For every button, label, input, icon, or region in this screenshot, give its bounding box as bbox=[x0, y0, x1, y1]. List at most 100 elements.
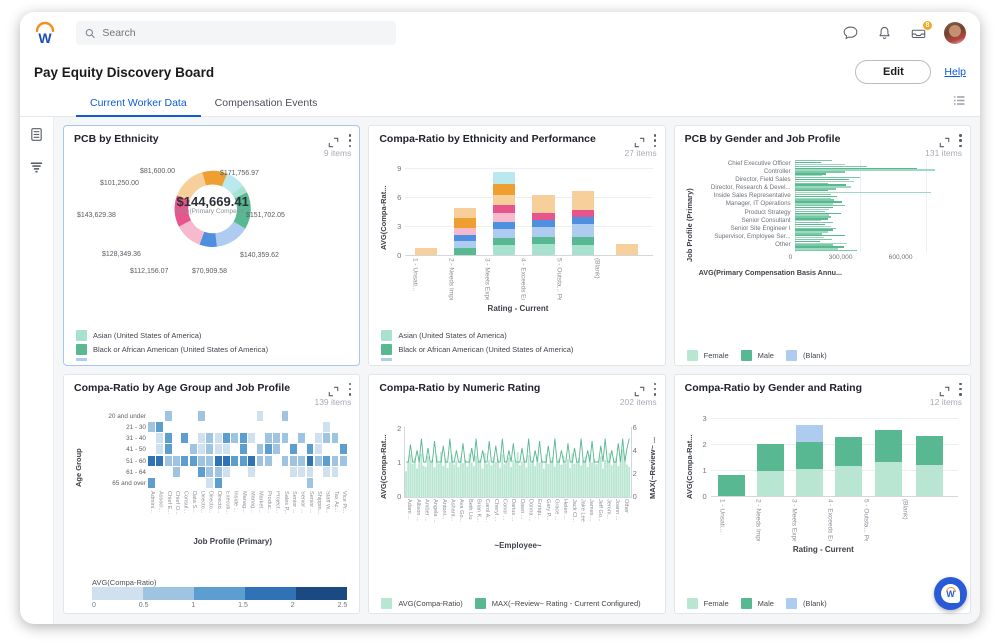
search-input[interactable] bbox=[102, 27, 387, 39]
search-box[interactable] bbox=[76, 21, 396, 45]
bar-column[interactable] bbox=[427, 456, 429, 497]
bar-column[interactable] bbox=[500, 467, 502, 496]
heatmap-cell[interactable] bbox=[273, 444, 280, 454]
bar-column[interactable] bbox=[462, 463, 464, 497]
card-pcb-by-gender-job-profile[interactable]: PCB by Gender and Job Profile 131 items bbox=[674, 125, 971, 366]
bar-column[interactable] bbox=[605, 459, 607, 496]
bar-column[interactable] bbox=[465, 459, 467, 497]
heatmap-cell[interactable] bbox=[323, 467, 330, 477]
heatmap-cell[interactable] bbox=[215, 478, 222, 488]
bar-column[interactable] bbox=[456, 460, 458, 496]
bar-column[interactable] bbox=[414, 457, 416, 496]
workday-logo[interactable]: W bbox=[32, 20, 58, 46]
inbox-icon[interactable]: 8 bbox=[910, 25, 927, 42]
heatmap-cell[interactable] bbox=[298, 456, 305, 466]
heatmap-cell[interactable] bbox=[315, 433, 322, 443]
legend-item[interactable]: Black or African American (United States… bbox=[76, 344, 351, 355]
heatmap-cell[interactable] bbox=[206, 444, 213, 454]
heatmap-cell[interactable] bbox=[231, 433, 238, 443]
tab-current-worker-data[interactable]: Current Worker Data bbox=[76, 90, 201, 117]
heatmap-cell[interactable] bbox=[282, 456, 289, 466]
heatmap-cell[interactable] bbox=[223, 444, 230, 454]
legend-item-truncated[interactable] bbox=[381, 358, 656, 361]
bar-column[interactable] bbox=[624, 462, 626, 497]
heatmap-cell[interactable] bbox=[223, 456, 230, 466]
bar-column[interactable] bbox=[611, 465, 613, 497]
bar-column[interactable] bbox=[502, 454, 504, 497]
heatmap-cell[interactable] bbox=[307, 444, 314, 454]
heatmap-cell[interactable] bbox=[265, 444, 272, 454]
more-options-icon[interactable] bbox=[348, 134, 351, 147]
bar-column[interactable] bbox=[458, 467, 460, 497]
heatmap-cell[interactable] bbox=[248, 456, 255, 466]
heatmap-cell[interactable] bbox=[165, 433, 172, 443]
more-options-icon[interactable] bbox=[959, 134, 962, 147]
list-view-icon[interactable] bbox=[953, 94, 966, 112]
card-compa-ratio-age-group-job-profile[interactable]: Compa-Ratio by Age Group and Job Profile… bbox=[63, 374, 360, 615]
avatar[interactable] bbox=[944, 22, 966, 44]
bar-column[interactable] bbox=[875, 430, 902, 496]
heatmap-cell[interactable] bbox=[265, 433, 272, 443]
bar-column[interactable] bbox=[548, 463, 550, 496]
bar-column[interactable] bbox=[519, 465, 521, 497]
bar-column[interactable] bbox=[528, 455, 530, 497]
bar-column[interactable] bbox=[532, 195, 554, 255]
combo-chart[interactable]: AVG(Compa-Rat... MAX(~Review~ ... 0 1 2 … bbox=[379, 407, 656, 597]
bar-column[interactable] bbox=[543, 468, 545, 496]
heatmap-cell[interactable] bbox=[282, 433, 289, 443]
expand-icon[interactable] bbox=[939, 135, 950, 146]
heatmap-cell[interactable] bbox=[290, 467, 297, 477]
heatmap-cell[interactable] bbox=[315, 444, 322, 454]
bar-column[interactable] bbox=[524, 458, 526, 497]
bar-column[interactable] bbox=[445, 458, 447, 497]
bar-column[interactable] bbox=[587, 467, 589, 497]
bar-column[interactable] bbox=[615, 458, 617, 497]
bar-column[interactable] bbox=[408, 461, 410, 496]
heatmap-cell[interactable] bbox=[332, 467, 339, 477]
bar-column[interactable] bbox=[491, 465, 493, 497]
bar-column[interactable] bbox=[405, 471, 407, 497]
heatmap-cell[interactable] bbox=[231, 456, 238, 466]
bar-column[interactable] bbox=[718, 475, 745, 496]
bar-column[interactable] bbox=[572, 191, 594, 255]
bar-column[interactable] bbox=[473, 465, 475, 496]
legend-item-truncated[interactable] bbox=[76, 358, 351, 361]
bar-column[interactable] bbox=[602, 468, 604, 497]
more-options-icon[interactable] bbox=[654, 134, 657, 147]
donut-chart[interactable]: $144,669.41 AVG(Primary Compens... $171,… bbox=[74, 158, 351, 328]
bar-column[interactable] bbox=[583, 460, 585, 497]
heatmap-cell[interactable] bbox=[307, 467, 314, 477]
bar-column[interactable] bbox=[539, 462, 541, 496]
legend-item[interactable]: Asian (United States of America) bbox=[76, 330, 351, 341]
heatmap-cell[interactable] bbox=[340, 456, 347, 466]
heatmap-cell[interactable] bbox=[198, 444, 205, 454]
bar-column[interactable] bbox=[537, 456, 539, 496]
bar-column[interactable] bbox=[432, 459, 434, 496]
heatmap-cell[interactable] bbox=[323, 433, 330, 443]
bar-column[interactable] bbox=[438, 463, 440, 497]
bar-column[interactable] bbox=[467, 466, 469, 497]
bar-column[interactable] bbox=[596, 464, 598, 497]
heatmap-cell[interactable] bbox=[148, 422, 155, 432]
heatmap-cell[interactable] bbox=[198, 433, 205, 443]
bar-column[interactable] bbox=[556, 461, 558, 496]
expand-icon[interactable] bbox=[634, 135, 645, 146]
heatmap-cell[interactable] bbox=[323, 422, 330, 432]
heatmap-cell[interactable] bbox=[240, 444, 247, 454]
heatmap-cell[interactable] bbox=[257, 411, 264, 421]
bar-column[interactable] bbox=[416, 468, 418, 497]
bar-column[interactable] bbox=[541, 459, 543, 497]
bar-column[interactable] bbox=[454, 208, 476, 255]
heatmap-cell[interactable] bbox=[206, 433, 213, 443]
heatmap-cell[interactable] bbox=[298, 433, 305, 443]
bar-column[interactable] bbox=[486, 463, 488, 496]
card-pcb-by-ethnicity[interactable]: PCB by Ethnicity 9 items bbox=[63, 125, 360, 366]
hbar[interactable] bbox=[795, 250, 857, 251]
bar-column[interactable] bbox=[567, 459, 569, 497]
bar-column[interactable] bbox=[580, 465, 582, 496]
heatmap-cell[interactable] bbox=[240, 456, 247, 466]
heatmap-cell[interactable] bbox=[332, 433, 339, 443]
bar-column[interactable] bbox=[447, 467, 449, 496]
heatmap-cell[interactable] bbox=[298, 467, 305, 477]
expand-icon[interactable] bbox=[634, 384, 645, 395]
